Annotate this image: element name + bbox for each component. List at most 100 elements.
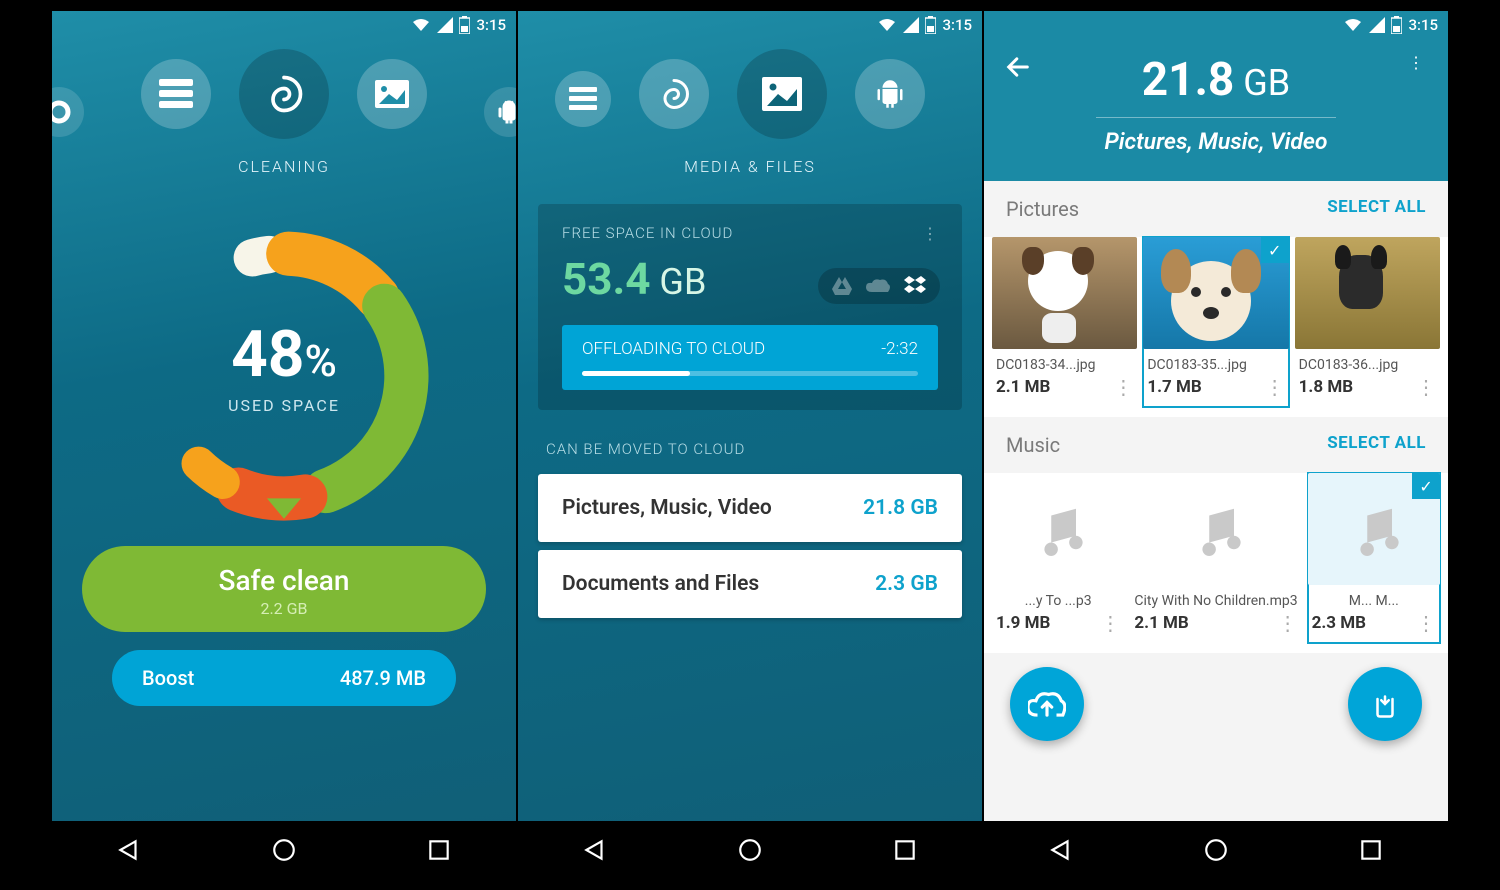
safe-clean-label: Safe clean xyxy=(82,564,486,597)
music-tile[interactable]: ✓ M... M... 2.3 MB ⋮ xyxy=(1308,473,1440,643)
item-menu-icon[interactable]: ⋮ xyxy=(1265,375,1285,399)
file-name: M... M... xyxy=(1312,593,1436,609)
nav-recent-icon[interactable] xyxy=(1358,837,1384,863)
header: ⋮ 21.8 GB Pictures, Music, Video xyxy=(984,39,1448,181)
music-note-icon xyxy=(1031,502,1085,556)
safe-clean-button[interactable]: Safe clean 2.2 GB xyxy=(82,546,486,632)
fab-upload-cloud[interactable] xyxy=(1010,667,1084,741)
item-menu-icon[interactable]: ⋮ xyxy=(1416,611,1436,635)
menu-icon[interactable]: ⋮ xyxy=(1408,53,1424,72)
boost-button[interactable]: Boost 487.9 MB xyxy=(112,650,456,706)
tab-apps[interactable] xyxy=(855,59,925,129)
music-note-icon xyxy=(1189,502,1243,556)
tab-overview[interactable] xyxy=(51,87,84,137)
nav-bar xyxy=(518,821,982,879)
file-size: 1.9 MB xyxy=(996,613,1050,633)
checkmark-icon: ✓ xyxy=(1412,473,1440,499)
offload-label: OFFLOADING TO CLOUD xyxy=(582,339,765,359)
tab-cleaning[interactable] xyxy=(639,59,709,129)
storage-icon xyxy=(159,79,193,109)
fab-delete[interactable] xyxy=(1348,667,1422,741)
item-menu-icon[interactable]: ⋮ xyxy=(1113,375,1133,399)
usage-donut: 48% USED SPACE xyxy=(114,206,454,546)
dropbox-icon[interactable] xyxy=(904,276,926,296)
thumbnail: ✓ xyxy=(1143,237,1288,349)
row-pictures-music-video[interactable]: Pictures, Music, Video 21.8 GB xyxy=(538,474,962,542)
wifi-icon xyxy=(877,17,897,33)
back-icon[interactable] xyxy=(1004,53,1032,81)
file-size: 2.1 MB xyxy=(1134,613,1188,633)
nav-home-icon[interactable] xyxy=(1203,837,1229,863)
thumbnail: ✓ xyxy=(1308,473,1440,585)
tab-storage[interactable] xyxy=(555,71,611,127)
tab-storage[interactable] xyxy=(141,59,211,129)
clock: 3:15 xyxy=(942,16,972,34)
tab-bar xyxy=(517,59,982,139)
offload-progress: OFFLOADING TO CLOUD -2:32 xyxy=(562,325,938,390)
signal-icon xyxy=(903,17,919,33)
screen-cleaning: 3:15 CLEANING xyxy=(51,10,517,880)
file-name: DC0183-36...jpg xyxy=(1299,357,1436,373)
tab-cleaning[interactable] xyxy=(239,49,329,139)
gdrive-icon[interactable] xyxy=(832,277,852,295)
file-size: 2.3 MB xyxy=(1312,613,1366,633)
cloud-free-label: FREE SPACE IN CLOUD xyxy=(562,224,733,243)
total-size-unit: GB xyxy=(1234,62,1290,104)
tab-media[interactable] xyxy=(357,59,427,129)
more-icon[interactable]: ⋮ xyxy=(922,224,938,243)
file-name: City With No Children.mp3 xyxy=(1134,593,1297,609)
total-size-value: 21.8 xyxy=(1142,53,1235,107)
select-all-music[interactable]: SELECT ALL xyxy=(1327,433,1426,457)
tab-media[interactable] xyxy=(737,49,827,139)
item-menu-icon[interactable]: ⋮ xyxy=(1100,611,1120,635)
spiral-icon xyxy=(262,72,306,116)
offload-time: -2:32 xyxy=(881,339,918,359)
tab-apps[interactable] xyxy=(484,87,517,137)
file-size: 1.8 MB xyxy=(1299,377,1353,397)
thumbnail xyxy=(992,473,1124,585)
used-percent: 48 xyxy=(231,317,304,392)
signal-icon xyxy=(437,17,453,33)
image-icon xyxy=(375,80,409,108)
used-label: USED SPACE xyxy=(228,396,340,415)
picture-tile[interactable]: DC0183-34...jpg 2.1 MB⋮ xyxy=(992,237,1137,407)
nav-home-icon[interactable] xyxy=(737,837,763,863)
file-name: DC0183-35...jpg xyxy=(1147,357,1284,373)
onedrive-icon[interactable] xyxy=(866,278,890,294)
nav-recent-icon[interactable] xyxy=(892,837,918,863)
nav-back-icon[interactable] xyxy=(582,837,608,863)
nav-back-icon[interactable] xyxy=(1048,837,1074,863)
item-menu-icon[interactable]: ⋮ xyxy=(1416,375,1436,399)
picture-tile[interactable]: ✓ DC0183-35...jpg 1.7 MB⋮ xyxy=(1143,237,1288,407)
wifi-icon xyxy=(1343,17,1363,33)
nav-bar xyxy=(52,821,516,879)
select-all-pictures[interactable]: SELECT ALL xyxy=(1327,197,1426,221)
picture-tile[interactable]: DC0183-36...jpg 1.8 MB ⋮ xyxy=(1295,237,1440,407)
image-icon xyxy=(762,77,802,111)
subtitle: Pictures, Music, Video xyxy=(984,128,1448,155)
status-bar: 3:15 xyxy=(984,11,1448,39)
tab-label: CLEANING xyxy=(52,157,516,176)
clock: 3:15 xyxy=(476,16,506,34)
cloud-card: FREE SPACE IN CLOUD ⋮ 53.4 GB OFFLOADING… xyxy=(538,204,962,410)
nav-back-icon[interactable] xyxy=(116,837,142,863)
status-bar: 3:15 xyxy=(52,11,516,39)
item-menu-icon[interactable]: ⋮ xyxy=(1278,611,1298,635)
nav-bar xyxy=(984,821,1448,879)
row-documents-files[interactable]: Documents and Files 2.3 GB xyxy=(538,550,962,618)
status-bar: 3:15 xyxy=(518,11,982,39)
screen-file-list: 3:15 ⋮ 21.8 GB Pictures, Music, Video Pi… xyxy=(983,10,1449,880)
nav-home-icon[interactable] xyxy=(271,837,297,863)
logo-icon xyxy=(51,100,71,124)
boost-label: Boost xyxy=(142,666,194,690)
thumbnail xyxy=(1295,237,1440,349)
checkmark-icon: ✓ xyxy=(1261,237,1289,263)
nav-recent-icon[interactable] xyxy=(426,837,452,863)
android-icon xyxy=(497,99,517,125)
music-tile[interactable]: City With No Children.mp3 2.1 MB ⋮ xyxy=(1130,473,1301,643)
section-title-pictures: Pictures xyxy=(1006,197,1079,221)
music-tile[interactable]: ...y To ...p3 1.9 MB⋮ xyxy=(992,473,1124,643)
spiral-icon xyxy=(656,76,692,112)
section-title-music: Music xyxy=(1006,433,1060,457)
trash-icon xyxy=(1370,687,1400,721)
